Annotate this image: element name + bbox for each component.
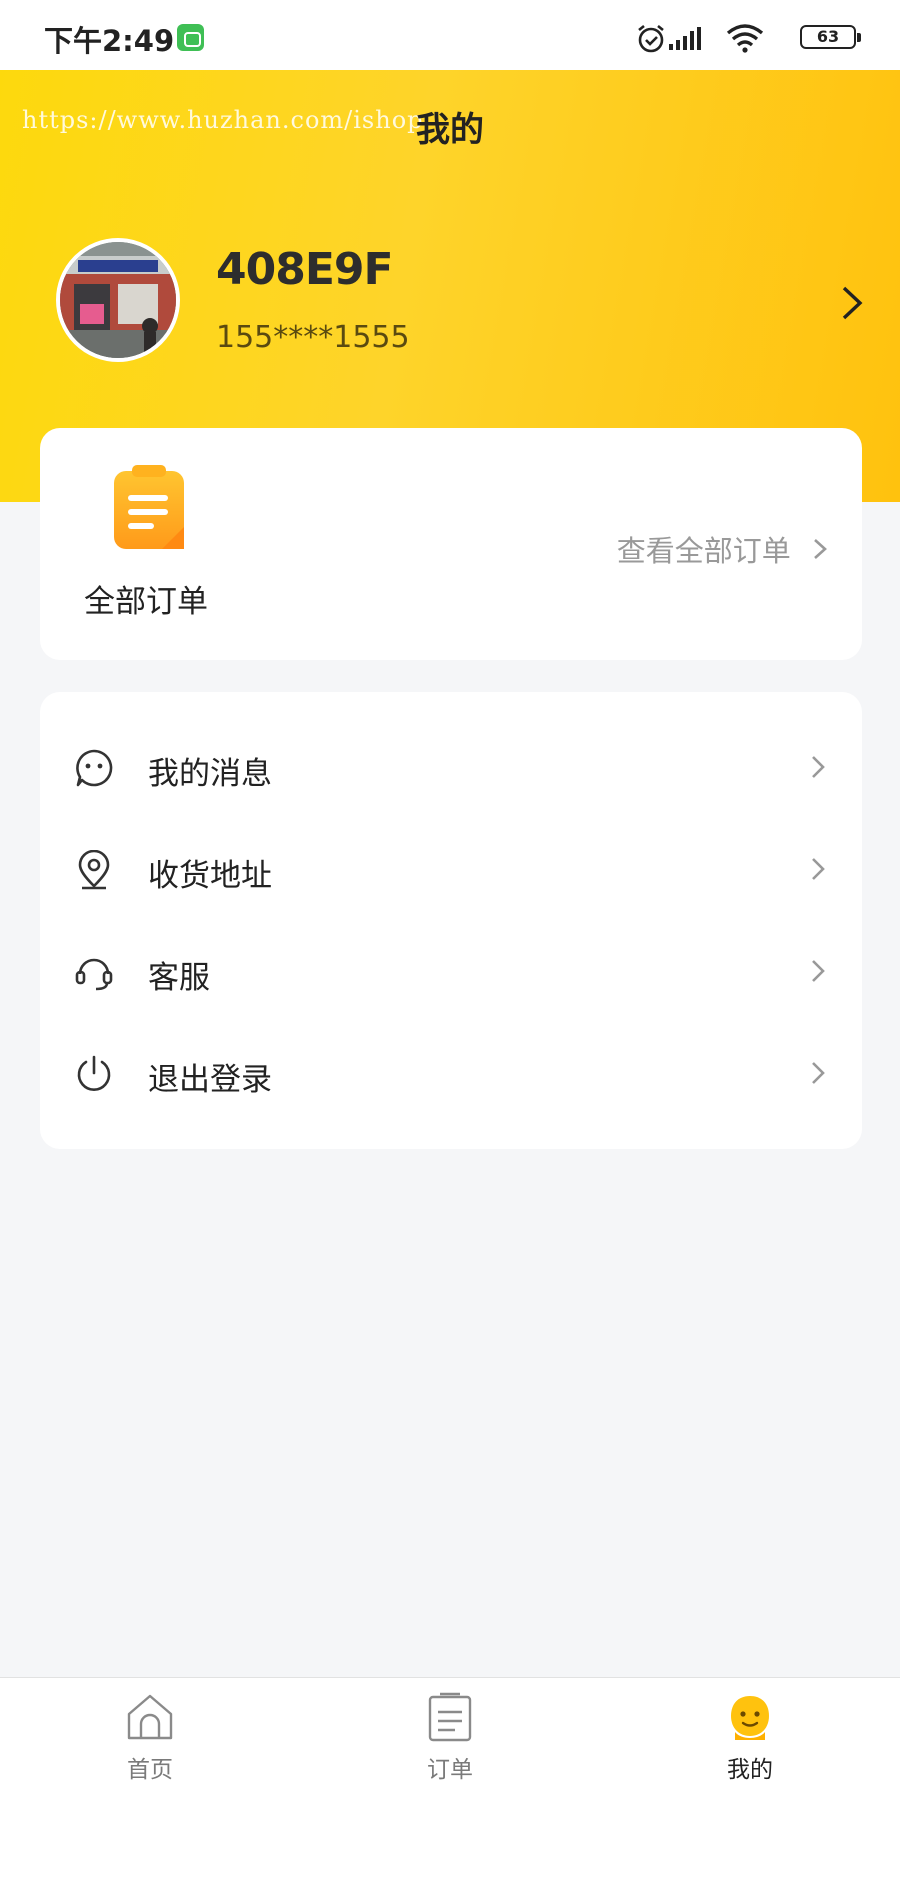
page-title: 我的 [416, 110, 484, 150]
chevron-right-icon [812, 756, 825, 778]
tab-label: 订单 [427, 1757, 473, 1783]
order-list-icon [428, 1692, 472, 1742]
chevron-right-icon[interactable] [838, 284, 866, 322]
menu-item-label: 客服 [148, 960, 210, 996]
tab-label: 首页 [127, 1757, 173, 1783]
tab-orders[interactable]: 订单 [300, 1678, 600, 1792]
menu-item-label: 收货地址 [148, 858, 272, 894]
menu-item-address[interactable]: 收货地址 [40, 820, 862, 920]
message-icon [76, 749, 113, 787]
menu-item-label: 退出登录 [148, 1062, 272, 1098]
tab-home[interactable]: 首页 [0, 1678, 300, 1792]
menu-item-customer-service[interactable]: 客服 [40, 922, 862, 1022]
alarm-icon [638, 24, 664, 53]
view-all-orders-text: 查看全部订单 [616, 534, 791, 568]
orders-card: 全部订单 查看全部订单 [40, 428, 862, 660]
headset-icon [75, 958, 113, 991]
chevron-right-icon [812, 1062, 825, 1084]
status-time: 下午2:49 [44, 24, 175, 58]
avatar-storefront-image [60, 242, 176, 358]
profile-face-icon [731, 1696, 769, 1740]
app-notification-icon [177, 24, 204, 51]
chevron-right-icon [814, 539, 827, 559]
tab-label: 我的 [727, 1757, 773, 1783]
phone-number: 155****1555 [216, 320, 410, 355]
menu-card: 我的消息 收货地址 客服 退出登录 [40, 692, 862, 1149]
orders-clipboard-icon[interactable] [112, 465, 186, 551]
wifi-icon [726, 24, 764, 53]
view-all-orders-link[interactable]: 查看全部订单 [617, 528, 828, 570]
home-icon [127, 1694, 173, 1740]
username: 408E9F [216, 244, 394, 295]
menu-item-messages[interactable]: 我的消息 [40, 718, 862, 818]
status-bar: 下午2:49 63 [0, 0, 900, 70]
tab-mine[interactable]: 我的 [600, 1678, 900, 1792]
chevron-right-icon [812, 858, 825, 880]
bottom-tab-bar: 首页 订单 我的 [0, 1677, 900, 1791]
bottom-blank-area [0, 1791, 900, 1900]
avatar[interactable] [56, 238, 180, 362]
menu-item-label: 我的消息 [148, 756, 272, 792]
power-icon [77, 1055, 111, 1091]
signal-icon [669, 27, 701, 50]
status-indicators: 63 [638, 20, 862, 54]
menu-item-logout[interactable]: 退出登录 [40, 1024, 862, 1124]
battery-icon: 63 [800, 25, 861, 49]
all-orders-label[interactable]: 全部订单 [84, 576, 208, 621]
chevron-right-icon [812, 960, 825, 982]
profile-section[interactable]: 408E9F 155****1555 [56, 238, 863, 368]
location-icon [78, 850, 110, 890]
